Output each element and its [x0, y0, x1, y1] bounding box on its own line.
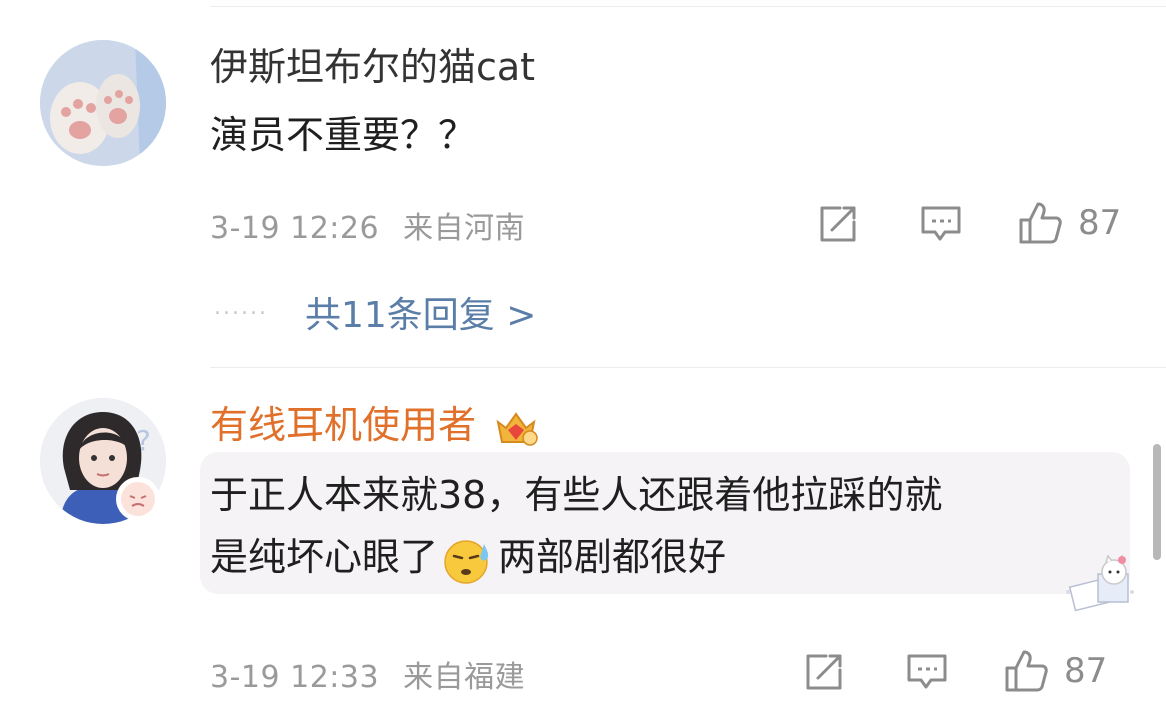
- share-icon: [806, 654, 842, 690]
- sweat-face-emoji-icon: [444, 539, 489, 584]
- scrollbar[interactable]: [1153, 444, 1161, 560]
- decorative-sticker: [1062, 552, 1144, 616]
- thumbs-up-icon: [1019, 202, 1062, 244]
- comment-meta: 3-19 12:26 来自河南: [210, 203, 525, 247]
- comment-line: 演员不重要？？: [210, 113, 477, 157]
- location: 来自河南: [403, 211, 526, 246]
- replies-dots: ......: [214, 295, 268, 320]
- hello-kitty-sticker-icon: [1066, 554, 1134, 612]
- comment-icon: [921, 206, 961, 241]
- svg-text:?: ?: [136, 424, 151, 457]
- comment-line-2-part2: 两部剧都很好: [498, 535, 727, 579]
- repost-button[interactable]: [818, 204, 858, 244]
- crown-member-icon: [496, 411, 538, 446]
- comment-icon: [907, 654, 947, 689]
- timestamp: 3-19 12:33: [210, 660, 380, 695]
- timestamp: 3-19 12:26: [210, 211, 380, 246]
- avatar-badge: [116, 477, 160, 521]
- comment-text: 演员不重要？？: [210, 104, 476, 166]
- cat-paw-avatar-icon: [40, 40, 166, 166]
- view-replies-link[interactable]: 共11条回复 >: [305, 286, 536, 338]
- comment-line-2-part1: 是纯坏心眼了: [210, 535, 439, 579]
- like-button[interactable]: 87: [1018, 200, 1121, 246]
- avatar[interactable]: [40, 40, 166, 166]
- comment-button[interactable]: [906, 652, 948, 692]
- share-icon: [820, 206, 856, 242]
- comment-line-1: 于正人本来就38，有些人还跟着他拉踩的就: [210, 473, 943, 517]
- thumbs-up-icon: [1005, 650, 1048, 692]
- top-divider: [210, 6, 1166, 7]
- angry-face-badge-icon: [121, 482, 155, 516]
- comment-line-2: 是纯坏心眼了 两部剧都很好: [210, 526, 1140, 588]
- comment-meta: 3-19 12:33 来自福建: [210, 652, 525, 696]
- comment-divider: [210, 367, 1166, 368]
- username-text: 有线耳机使用者: [210, 403, 477, 447]
- location: 来自福建: [403, 660, 526, 695]
- comment-text: 于正人本来就38，有些人还跟着他拉踩的就 是纯坏心眼了 两部剧都很好: [210, 464, 1140, 588]
- like-count: 87: [1078, 203, 1122, 243]
- like-button[interactable]: 87: [1004, 648, 1107, 694]
- username[interactable]: 伊斯坦布尔的猫cat: [210, 44, 535, 90]
- username[interactable]: 有线耳机使用者: [210, 402, 538, 448]
- like-count: 87: [1064, 651, 1108, 691]
- comment-button[interactable]: [920, 204, 962, 244]
- repost-button[interactable]: [804, 652, 844, 692]
